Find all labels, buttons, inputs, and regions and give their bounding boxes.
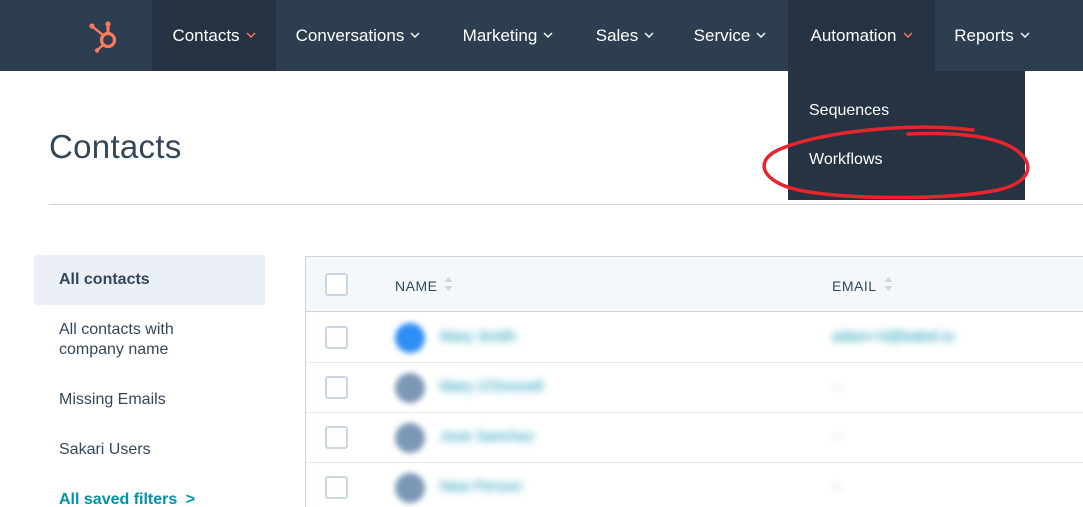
nav-marketing[interactable]: Marketing [448, 0, 568, 71]
nav-contacts-label: Contacts [172, 25, 240, 45]
table-row[interactable]: Mary Smith adam+4@babel.io [306, 313, 1083, 363]
table-row[interactable]: Mary O'Donnell -- [306, 363, 1083, 413]
menu-item-sequences[interactable]: Sequences [809, 102, 889, 120]
avatar [395, 323, 425, 353]
contacts-table: NAME EMAIL Mary Smith adam+4@babel.io Ma… [305, 256, 1083, 507]
nav-reports[interactable]: Reports [942, 0, 1042, 71]
hubspot-logo-icon[interactable] [84, 17, 124, 55]
row-checkbox[interactable] [325, 326, 348, 349]
nav-sales[interactable]: Sales [584, 0, 666, 71]
chevron-down-icon [756, 30, 766, 40]
sidebar-item-label: All contacts [59, 271, 150, 288]
sidebar-item-sakari-users[interactable]: Sakari Users [34, 440, 265, 460]
page-title: Contacts [49, 128, 182, 165]
table-row[interactable]: Jose Sanchez -- [306, 413, 1083, 463]
select-all-checkbox[interactable] [325, 273, 348, 296]
chevron-down-icon [246, 30, 256, 40]
chevron-down-icon [903, 30, 913, 40]
sort-icon [884, 275, 893, 296]
sidebar-item-label: Sakari Users [59, 441, 151, 458]
nav-sales-label: Sales [595, 25, 639, 45]
column-header-name[interactable]: NAME [395, 275, 453, 296]
table-header: NAME EMAIL [306, 257, 1083, 312]
contact-name[interactable]: Jose Sanchez [440, 428, 534, 445]
nav-conversations[interactable]: Conversations [282, 0, 434, 71]
sort-icon [444, 275, 453, 296]
nav-marketing-label: Marketing [462, 25, 538, 45]
chevron-down-icon [410, 30, 420, 40]
avatar [395, 373, 425, 403]
contact-name[interactable]: Mary O'Donnell [440, 378, 543, 395]
nav-automation[interactable]: Automation [788, 0, 935, 71]
chevron-down-icon [644, 30, 654, 40]
contact-email: -- [832, 378, 842, 395]
nav-reports-label: Reports [954, 25, 1014, 45]
row-checkbox[interactable] [325, 476, 348, 499]
nav-contacts[interactable]: Contacts [152, 0, 276, 71]
column-header-email[interactable]: EMAIL [832, 275, 893, 296]
nav-service-label: Service [693, 25, 751, 45]
nav-automation-label: Automation [810, 25, 897, 45]
menu-item-workflows[interactable]: Workflows [809, 151, 883, 169]
header-divider [49, 204, 1083, 205]
avatar [395, 423, 425, 453]
nav-service[interactable]: Service [682, 0, 778, 71]
sidebar-item-label: Missing Emails [59, 391, 166, 408]
sidebar-item-all-contacts-with-company-name[interactable]: All contacts with company name [34, 320, 234, 360]
contact-email: adam+4@babel.io [832, 328, 955, 345]
all-saved-filters-link[interactable]: All saved filters > [34, 490, 265, 507]
row-checkbox[interactable] [325, 426, 348, 449]
table-row[interactable]: New Person -- [306, 463, 1083, 507]
chevron-down-icon [543, 30, 553, 40]
contact-name[interactable]: New Person [440, 478, 522, 495]
contact-name[interactable]: Mary Smith [440, 328, 516, 345]
nav-conversations-label: Conversations [295, 25, 405, 45]
all-saved-filters-label: All saved filters [59, 491, 178, 507]
sidebar-item-label: All contacts with company name [59, 321, 174, 358]
contact-email: -- [832, 428, 842, 445]
row-checkbox[interactable] [325, 376, 348, 399]
chevron-right-icon: > [185, 491, 196, 507]
sidebar-item-all-contacts[interactable]: All contacts [34, 255, 265, 305]
automation-dropdown-menu: Sequences Workflows [788, 71, 1025, 200]
column-header-name-label: NAME [395, 277, 438, 294]
column-header-email-label: EMAIL [832, 277, 877, 294]
chevron-down-icon [1020, 30, 1030, 40]
contact-email: -- [832, 478, 842, 495]
sidebar-item-missing-emails[interactable]: Missing Emails [34, 390, 265, 410]
avatar [395, 473, 425, 503]
top-navigation: Contacts Conversations Marketing Sales S… [0, 0, 1083, 71]
